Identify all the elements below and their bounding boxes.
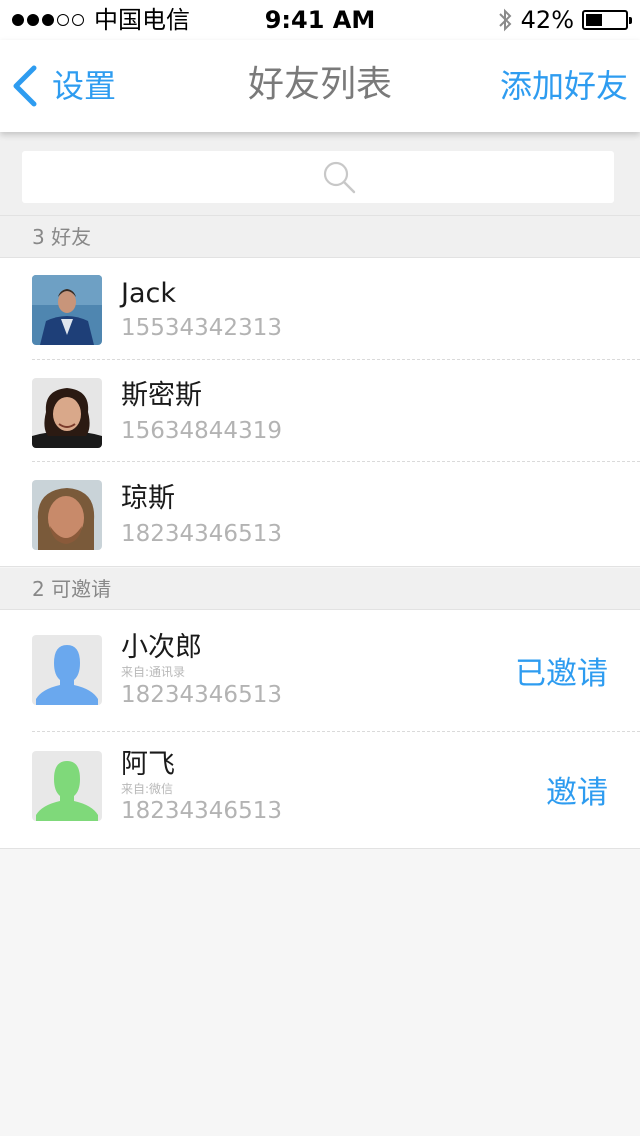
- avatar: [32, 751, 102, 821]
- avatar: [32, 480, 102, 550]
- friends-section-title: 3 好友: [32, 225, 92, 249]
- search-box: [22, 151, 614, 203]
- battery-level-fill: [586, 14, 602, 26]
- contact-source: 来自:通讯录: [121, 665, 186, 679]
- avatar: [32, 275, 102, 345]
- friend-name: Jack: [121, 278, 176, 309]
- default-user-icon: [36, 761, 98, 821]
- friend-phone: 18234346513: [121, 521, 282, 547]
- contact-name: 小次郎: [121, 632, 202, 663]
- friend-phone: 15634844319: [121, 418, 282, 444]
- default-user-icon: [36, 645, 98, 705]
- friends-section-header: 3 好友: [0, 216, 640, 258]
- invite-row: 阿飞 来自:微信 18234346513 邀请: [0, 732, 640, 849]
- battery-percentage: 42%: [520, 6, 574, 34]
- friend-name: 斯密斯: [121, 380, 202, 411]
- avatar-photo-icon: [32, 378, 102, 448]
- contact-source: 来自:微信: [121, 782, 174, 796]
- friend-row[interactable]: Jack 15534342313: [0, 258, 640, 360]
- friends-list: Jack 15534342313 斯密斯 15634844319 琼斯 1823…: [0, 258, 640, 567]
- contact-phone: 18234346513: [121, 682, 282, 708]
- invite-row: 小次郎 来自:通讯录 18234346513 已邀请: [0, 610, 640, 732]
- invite-section-title: 2 可邀请: [32, 577, 112, 601]
- avatar-photo-icon: [32, 275, 102, 345]
- search-bar: [0, 132, 640, 216]
- friend-phone: 15534342313: [121, 315, 282, 341]
- invite-section-header: 2 可邀请: [0, 568, 640, 610]
- search-input[interactable]: [22, 151, 614, 203]
- bluetooth-icon: [498, 8, 512, 32]
- status-bar: 中国电信 9:41 AM 42%: [0, 0, 640, 40]
- avatar: [32, 635, 102, 705]
- friend-row[interactable]: 琼斯 18234346513: [0, 462, 640, 567]
- friend-row[interactable]: 斯密斯 15634844319: [0, 360, 640, 462]
- contact-name: 阿飞: [121, 749, 175, 780]
- avatar-photo-icon: [32, 480, 102, 550]
- invited-button[interactable]: 已邀请: [515, 655, 608, 693]
- contact-phone: 18234346513: [121, 798, 282, 824]
- status-bar-right: 42%: [497, 6, 632, 34]
- friend-name: 琼斯: [121, 483, 175, 514]
- add-friend-button[interactable]: 添加好友: [500, 64, 628, 108]
- navigation-bar: 设置 好友列表 添加好友: [0, 40, 640, 132]
- invite-list: 小次郎 来自:通讯录 18234346513 已邀请 阿飞 来自:微信 1823…: [0, 610, 640, 849]
- avatar: [32, 378, 102, 448]
- invite-button[interactable]: 邀请: [546, 774, 608, 812]
- battery-icon: [582, 10, 632, 30]
